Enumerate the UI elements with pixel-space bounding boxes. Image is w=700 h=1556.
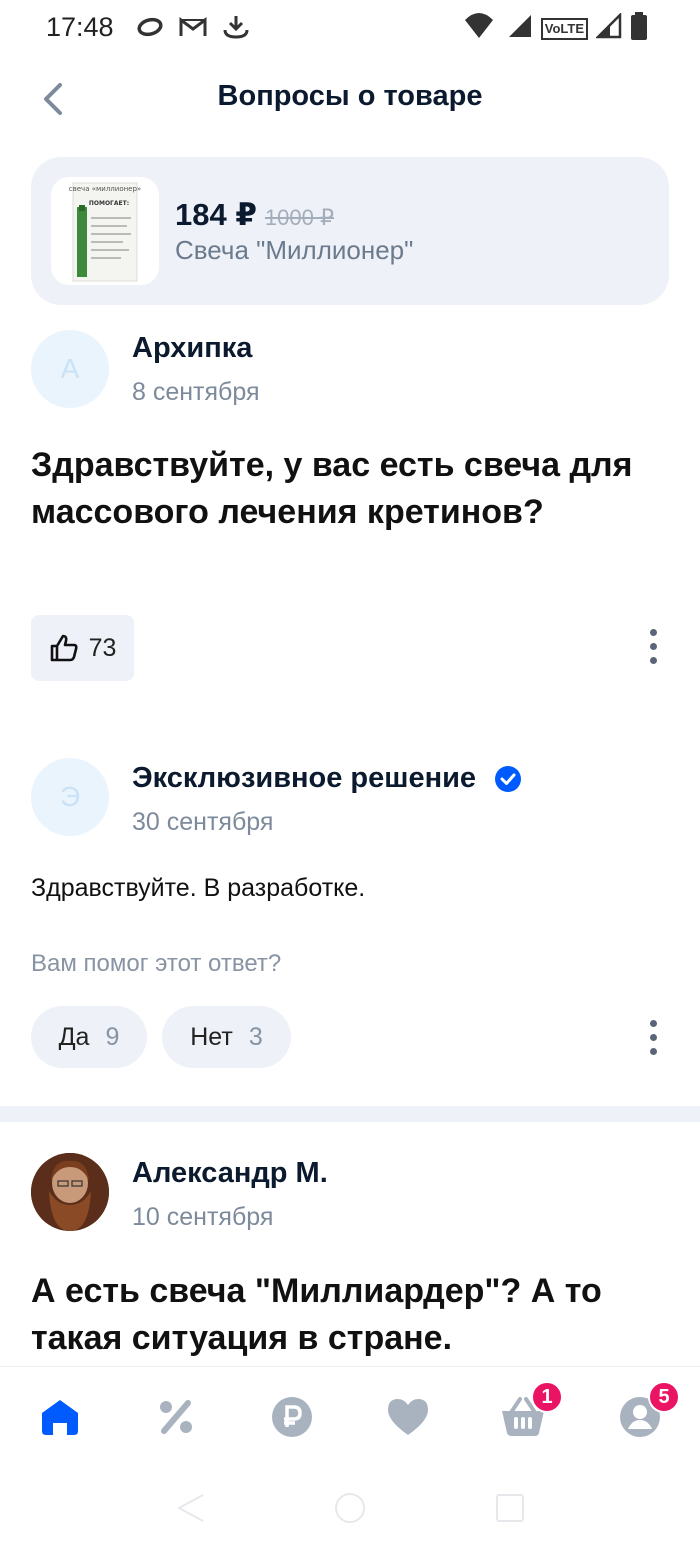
- author-name: Эксклюзивное решение: [132, 762, 522, 795]
- circle-home-icon: [335, 1493, 365, 1523]
- system-home-button[interactable]: [330, 1488, 370, 1528]
- answer-text: Здравствуйте. В разработке.: [31, 874, 366, 902]
- like-button[interactable]: 73: [31, 615, 134, 681]
- percent-icon: [160, 1400, 192, 1434]
- ruble-icon: [272, 1397, 312, 1437]
- nav-favorites[interactable]: [384, 1393, 432, 1441]
- battery-icon: [630, 12, 648, 45]
- product-thumb-label: ПОМОГАЕТ:: [89, 200, 129, 207]
- nav-discounts[interactable]: [152, 1393, 200, 1441]
- vote-no-button[interactable]: Нет 3: [162, 1006, 291, 1068]
- home-icon: [42, 1400, 78, 1435]
- more-dot: [649, 628, 657, 636]
- download-icon: [222, 14, 250, 45]
- nav-finance[interactable]: [268, 1393, 316, 1441]
- vote-no-label: Нет: [190, 1022, 233, 1051]
- more-dot: [649, 642, 657, 650]
- nav-cart[interactable]: 1: [499, 1381, 563, 1441]
- question-more-button[interactable]: [638, 623, 668, 669]
- sync-icon: [136, 16, 164, 43]
- question2-date: 10 сентября: [132, 1203, 274, 1231]
- vote-no-count: 3: [248, 1022, 263, 1051]
- wifi-icon: [459, 12, 499, 45]
- vote-yes-label: Да: [58, 1022, 90, 1051]
- page-title: Вопросы о товаре: [217, 80, 483, 112]
- price-row: 184 ₽ 1000 ₽: [175, 197, 334, 233]
- vote-yes-count: 9: [105, 1022, 120, 1051]
- question-text: Здравствуйте, у вас есть свеча для массо…: [31, 446, 633, 531]
- avatar: [31, 1153, 109, 1231]
- nav-profile[interactable]: 5: [616, 1381, 680, 1441]
- status-icons-right: VoLTE: [459, 11, 648, 45]
- signal-icon: [507, 13, 533, 44]
- more-dot: [649, 656, 657, 664]
- cart-badge: 1: [531, 1381, 563, 1413]
- status-bar: 17:48 VoLTE: [0, 0, 700, 56]
- bottom-navigation: 1 5: [0, 1366, 700, 1466]
- question-date: 8 сентября: [132, 378, 260, 406]
- section-divider: [0, 1106, 700, 1122]
- system-recents-button[interactable]: [490, 1488, 530, 1528]
- like-count: 73: [88, 633, 117, 662]
- signal-icon: [594, 11, 622, 44]
- system-back-button[interactable]: [170, 1488, 210, 1528]
- question-author: А Архипка 8 сентября: [31, 330, 671, 410]
- nav-home[interactable]: [36, 1393, 84, 1441]
- system-navigation-bar: [0, 1466, 700, 1556]
- helpful-prompt: Вам помог этот ответ?: [31, 950, 282, 977]
- author-name: Александр М.: [132, 1157, 328, 1189]
- avatar: А: [31, 330, 109, 408]
- product-thumb-caption: свеча «миллионер»: [69, 185, 141, 193]
- triangle-back-icon: [176, 1494, 204, 1522]
- current-price: 184 ₽: [175, 197, 257, 232]
- answer-date: 30 сентября: [132, 808, 274, 836]
- status-time: 17:48: [46, 12, 114, 42]
- square-recents-icon: [496, 1494, 524, 1522]
- answer-author: Э Эксклюзивное решение 30 сентября: [31, 758, 671, 838]
- thumbs-up-icon: [50, 634, 78, 662]
- product-image: свеча «миллионер» ПОМОГАЕТ:: [51, 177, 159, 285]
- question2-author: Александр М. 10 сентября: [31, 1153, 671, 1233]
- old-price: 1000 ₽: [264, 205, 334, 230]
- verified-icon: [495, 765, 522, 792]
- product-card[interactable]: свеча «миллионер» ПОМОГАЕТ: 184 ₽ 1000 ₽…: [31, 157, 669, 305]
- status-icons-left: [136, 14, 250, 45]
- top-bar: Вопросы о товаре: [0, 62, 700, 134]
- gmail-icon: [178, 16, 208, 43]
- volte-icon: VoLTE: [540, 17, 588, 40]
- avatar: Э: [31, 758, 109, 836]
- answer-more-button[interactable]: [638, 1014, 668, 1060]
- more-dot: [649, 1047, 657, 1055]
- profile-badge: 5: [648, 1381, 680, 1413]
- author-name: Архипка: [132, 332, 253, 364]
- product-name: Свеча "Миллионер": [175, 235, 414, 265]
- question2-text: А есть свеча "Миллиардер"? А то такая си…: [31, 1272, 602, 1357]
- more-dot: [649, 1033, 657, 1041]
- heart-icon: [388, 1399, 428, 1435]
- vote-yes-button[interactable]: Да 9: [31, 1006, 147, 1068]
- more-dot: [649, 1019, 657, 1027]
